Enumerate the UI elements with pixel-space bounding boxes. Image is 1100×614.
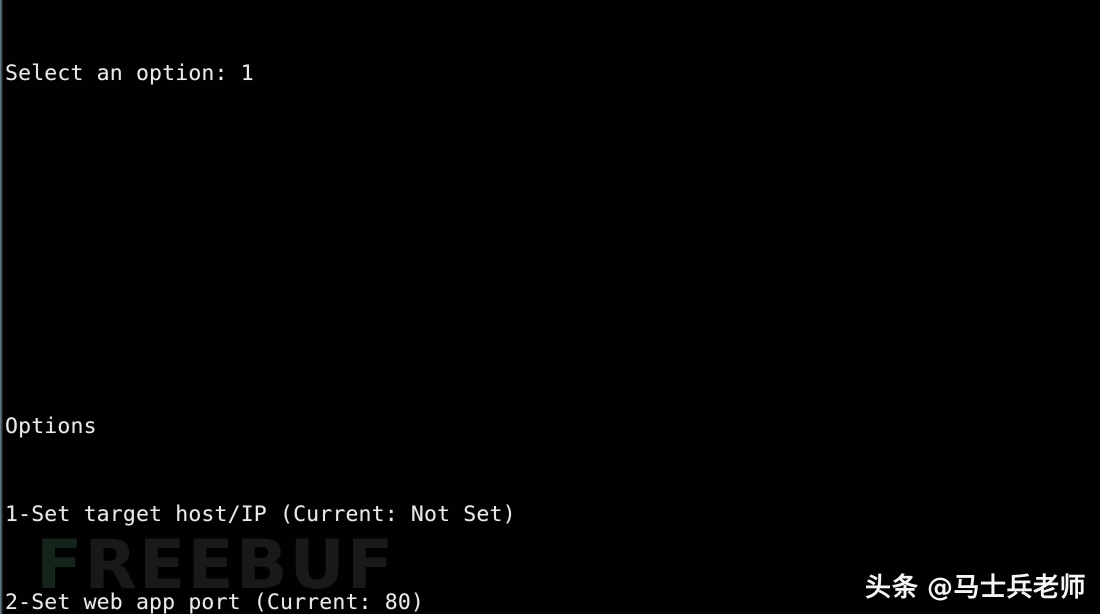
terminal-window[interactable]: FREEBUF Select an option: 1 Options 1-Se… (0, 0, 1100, 614)
channel-watermark-handle: @马士兵老师 (926, 573, 1086, 603)
channel-watermark-brand: 头条 (864, 573, 919, 603)
menu-item-1[interactable]: 1-Set target host/IP (Current: Not Set) (5, 500, 1095, 529)
menu-heading: Options (5, 413, 97, 439)
channel-watermark: 头条 @马士兵老师 (865, 567, 1086, 604)
terminal-output[interactable]: Select an option: 1 Options 1-Set target… (5, 0, 1095, 614)
terminal-line-prompt-echo: Select an option: 1 (5, 60, 254, 86)
window-left-border (0, 0, 3, 614)
